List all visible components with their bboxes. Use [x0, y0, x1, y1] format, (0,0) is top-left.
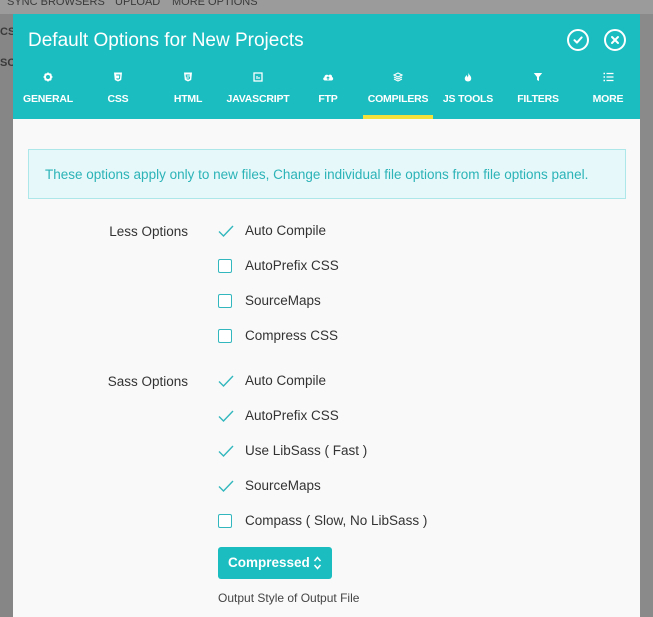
output-style-select[interactable]: Compressed: [218, 547, 332, 579]
tab-label: CSS: [107, 93, 129, 105]
checkmark-icon: [218, 225, 234, 238]
tab-label: FILTERS: [517, 93, 559, 105]
tab-js-tools[interactable]: JS TOOLS: [433, 70, 503, 119]
option-label: Compass ( Slow, No LibSass ): [245, 513, 428, 528]
gear-icon: [43, 72, 53, 82]
filter-icon: [533, 73, 543, 81]
tab-label: FTP: [318, 93, 338, 105]
confirm-button[interactable]: [567, 29, 589, 51]
option-label: AutoPrefix CSS: [245, 408, 339, 423]
default-options-dialog: Default Options for New Projects GENERAL: [13, 14, 640, 617]
background-upload: UPLOAD: [115, 0, 161, 8]
tab-label: JS TOOLS: [442, 93, 494, 105]
tab-label: COMPILERS: [367, 93, 429, 105]
tab-bar: GENERAL CSS HTML JAVASCRIPT FTP COMPILER…: [13, 70, 640, 119]
unchecked-checkbox: [218, 329, 232, 343]
checkmark-icon: [218, 375, 234, 388]
html-shield-icon: [184, 72, 192, 82]
unchecked-checkbox: [218, 294, 232, 308]
tab-more[interactable]: MORE: [573, 70, 640, 119]
option-label: SourceMaps: [245, 293, 321, 308]
option-label: AutoPrefix CSS: [245, 258, 339, 273]
tab-general[interactable]: GENERAL: [13, 70, 83, 119]
notice-text: These options apply only to new files, C…: [45, 167, 589, 182]
info-notice: These options apply only to new files, C…: [28, 149, 626, 199]
cloud-upload-icon: [323, 74, 334, 81]
option-label: Auto Compile: [245, 223, 327, 238]
check-icon: [573, 36, 583, 44]
tab-javascript[interactable]: JAVASCRIPT: [223, 70, 293, 119]
option-label: Use LibSass ( Fast ): [245, 443, 368, 458]
background-more-options: MORE OPTIONS: [172, 0, 258, 8]
tab-html[interactable]: HTML: [153, 70, 223, 119]
option-label: Auto Compile: [245, 373, 327, 388]
css-shield-icon: [114, 72, 122, 82]
unchecked-checkbox: [218, 259, 232, 273]
background-right-panel: [640, 14, 653, 617]
flame-icon: [464, 72, 472, 82]
checkmark-icon: [218, 480, 234, 493]
tab-filters[interactable]: FILTERS: [503, 70, 573, 119]
background-fragment: SC: [0, 57, 13, 69]
output-style-help: Output Style of Output File: [218, 591, 360, 605]
background-left-panel: CS SC: [0, 14, 13, 617]
background-fragment: CS: [0, 26, 13, 38]
tab-label: GENERAL: [23, 93, 73, 105]
tab-css[interactable]: CSS: [83, 70, 153, 119]
option-label: Compress CSS: [245, 328, 339, 343]
tab-compilers[interactable]: COMPILERS: [363, 70, 433, 119]
checkmark-icon: [218, 445, 234, 458]
background-toolbar: SYNC BROWSERS UPLOAD MORE OPTIONS: [0, 0, 653, 14]
tab-label: JAVASCRIPT: [226, 93, 290, 105]
javascript-icon: [253, 72, 263, 82]
less-options-label: Less Options: [109, 224, 188, 239]
checkmark-icon: [218, 410, 234, 423]
select-arrows-icon: [313, 556, 322, 570]
tab-label: HTML: [173, 93, 203, 105]
dialog-title: Default Options for New Projects: [28, 30, 304, 51]
list-icon: [603, 72, 613, 82]
active-tab-indicator: [363, 115, 433, 119]
close-button[interactable]: [604, 29, 626, 51]
tab-label: MORE: [592, 93, 624, 105]
dialog-header: Default Options for New Projects GENERAL: [13, 14, 640, 119]
sass-options-label: Sass Options: [107, 374, 188, 389]
close-icon: [611, 36, 619, 44]
background-sync-browsers: SYNC BROWSERS: [7, 0, 105, 8]
option-label: SourceMaps: [245, 478, 321, 493]
output-style-value: Compressed: [228, 555, 310, 570]
tab-ftp[interactable]: FTP: [293, 70, 363, 119]
layers-icon: [393, 72, 403, 82]
unchecked-checkbox: [218, 514, 232, 528]
